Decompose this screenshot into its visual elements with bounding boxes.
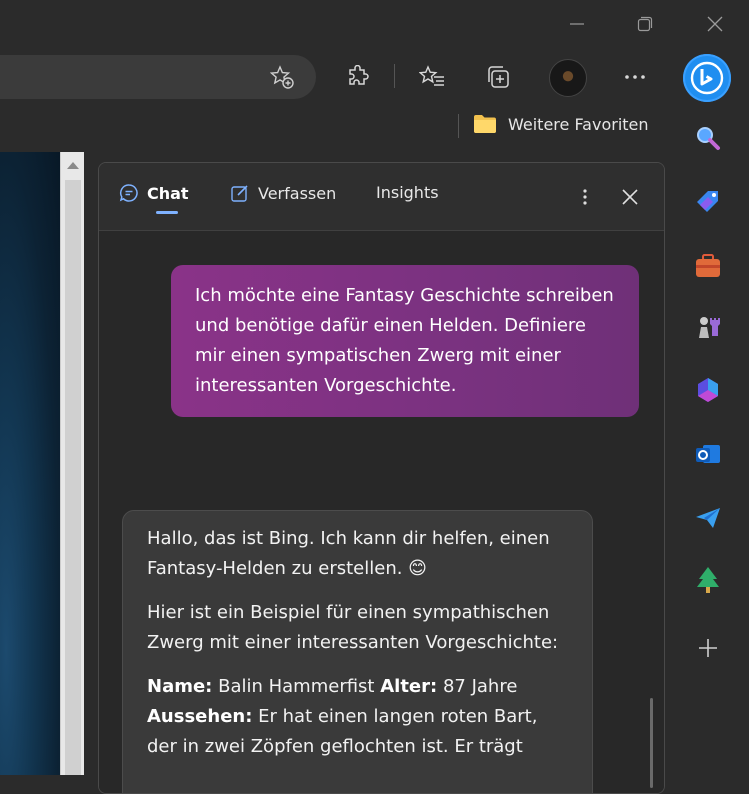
tab-compose[interactable]: Verfassen (230, 183, 336, 203)
favorites-separator (458, 114, 459, 138)
favorites-icon (419, 65, 444, 86)
user-message-text: Ich möchte eine Fantasy Geschichte schre… (195, 285, 614, 396)
collections-icon (488, 66, 509, 88)
bing-icon (690, 61, 724, 95)
favorites-folder-label: Weitere Favoriten (508, 114, 649, 134)
tools-icon (696, 254, 720, 277)
add-favorite-button[interactable] (262, 58, 302, 96)
sidebar-microsoft365[interactable] (692, 374, 724, 406)
panel-more-button[interactable] (569, 181, 601, 213)
bing-button[interactable] (683, 54, 731, 102)
scrollbar-thumb[interactable] (65, 180, 81, 775)
add-icon (699, 639, 717, 657)
panel-close-button[interactable] (614, 181, 646, 213)
sidebar-tree[interactable] (692, 564, 724, 596)
chat-icon (119, 184, 138, 202)
bot-hero-details: Name: Balin Hammerfist Alter: 87 Jahre A… (147, 672, 568, 762)
bot-lead-text: Hier ist ein Beispiel für einen sympathi… (147, 602, 559, 653)
sidebar-shopping[interactable] (692, 186, 724, 218)
extensions-button[interactable] (338, 58, 378, 96)
bot-message-bubble: Hallo, das ist Bing. Ich kann dir helfen… (122, 510, 593, 793)
sidebar-games[interactable] (692, 312, 724, 344)
games-icon (699, 317, 720, 338)
close-window-button[interactable] (692, 10, 738, 38)
outlook-icon (696, 445, 720, 463)
compose-icon (231, 185, 248, 202)
tree-icon (697, 567, 719, 593)
more-button[interactable] (615, 58, 655, 96)
scroll-up-arrow[interactable] (67, 162, 79, 169)
microsoft-365-icon (698, 378, 718, 402)
sidebar-search[interactable] (692, 122, 724, 154)
age-value: 87 Jahre (437, 676, 518, 697)
tab-insights[interactable]: Insights (376, 183, 439, 202)
shopping-tag-icon (697, 191, 718, 212)
name-label: Name: (147, 676, 213, 697)
profile-avatar[interactable] (549, 59, 587, 97)
vertical-more-icon (583, 189, 587, 205)
edge-sidebar (680, 48, 749, 775)
minimize-icon (570, 23, 584, 25)
tab-insights-label: Insights (376, 183, 439, 202)
restore-button[interactable] (622, 10, 668, 38)
user-message-bubble: Ich möchte eine Fantasy Geschichte schre… (171, 265, 639, 417)
tab-chat-label: Chat (147, 183, 189, 203)
folder-icon (474, 115, 496, 133)
send-icon (696, 508, 720, 528)
search-icon (697, 127, 720, 150)
name-value: Balin Hammerfist (212, 676, 381, 697)
sidebar-outlook[interactable] (692, 438, 724, 470)
bot-intro-text: Hallo, das ist Bing. Ich kann dir helfen… (147, 528, 550, 579)
tab-compose-label: Verfassen (258, 183, 337, 203)
sidebar-send[interactable] (692, 502, 724, 534)
webpage-content (0, 152, 60, 775)
close-icon (622, 189, 638, 205)
tab-chat[interactable]: Chat (119, 183, 189, 203)
favorites-button[interactable] (412, 58, 452, 96)
more-icon (625, 75, 645, 79)
looks-label: Aussehen: (147, 706, 253, 727)
favorites-folder-other[interactable]: Weitere Favoriten (472, 113, 649, 135)
panel-gap (84, 152, 98, 775)
minimize-button[interactable] (554, 10, 600, 38)
sidebar-add[interactable] (692, 632, 724, 664)
restore-icon (637, 16, 653, 32)
favorite-add-icon (270, 65, 294, 89)
bing-chat-panel: Chat Verfassen Insights Ich möchte eine … (98, 162, 665, 794)
extensions-icon (349, 65, 369, 85)
close-icon (707, 16, 723, 32)
chat-panel-header: Chat Verfassen Insights (99, 163, 664, 231)
collections-button[interactable] (478, 58, 518, 96)
toolbar-separator (394, 64, 395, 88)
page-scrollbar[interactable] (60, 152, 85, 775)
active-tab-indicator (156, 211, 178, 214)
age-label: Alter: (380, 676, 438, 697)
sidebar-tools[interactable] (692, 250, 724, 282)
